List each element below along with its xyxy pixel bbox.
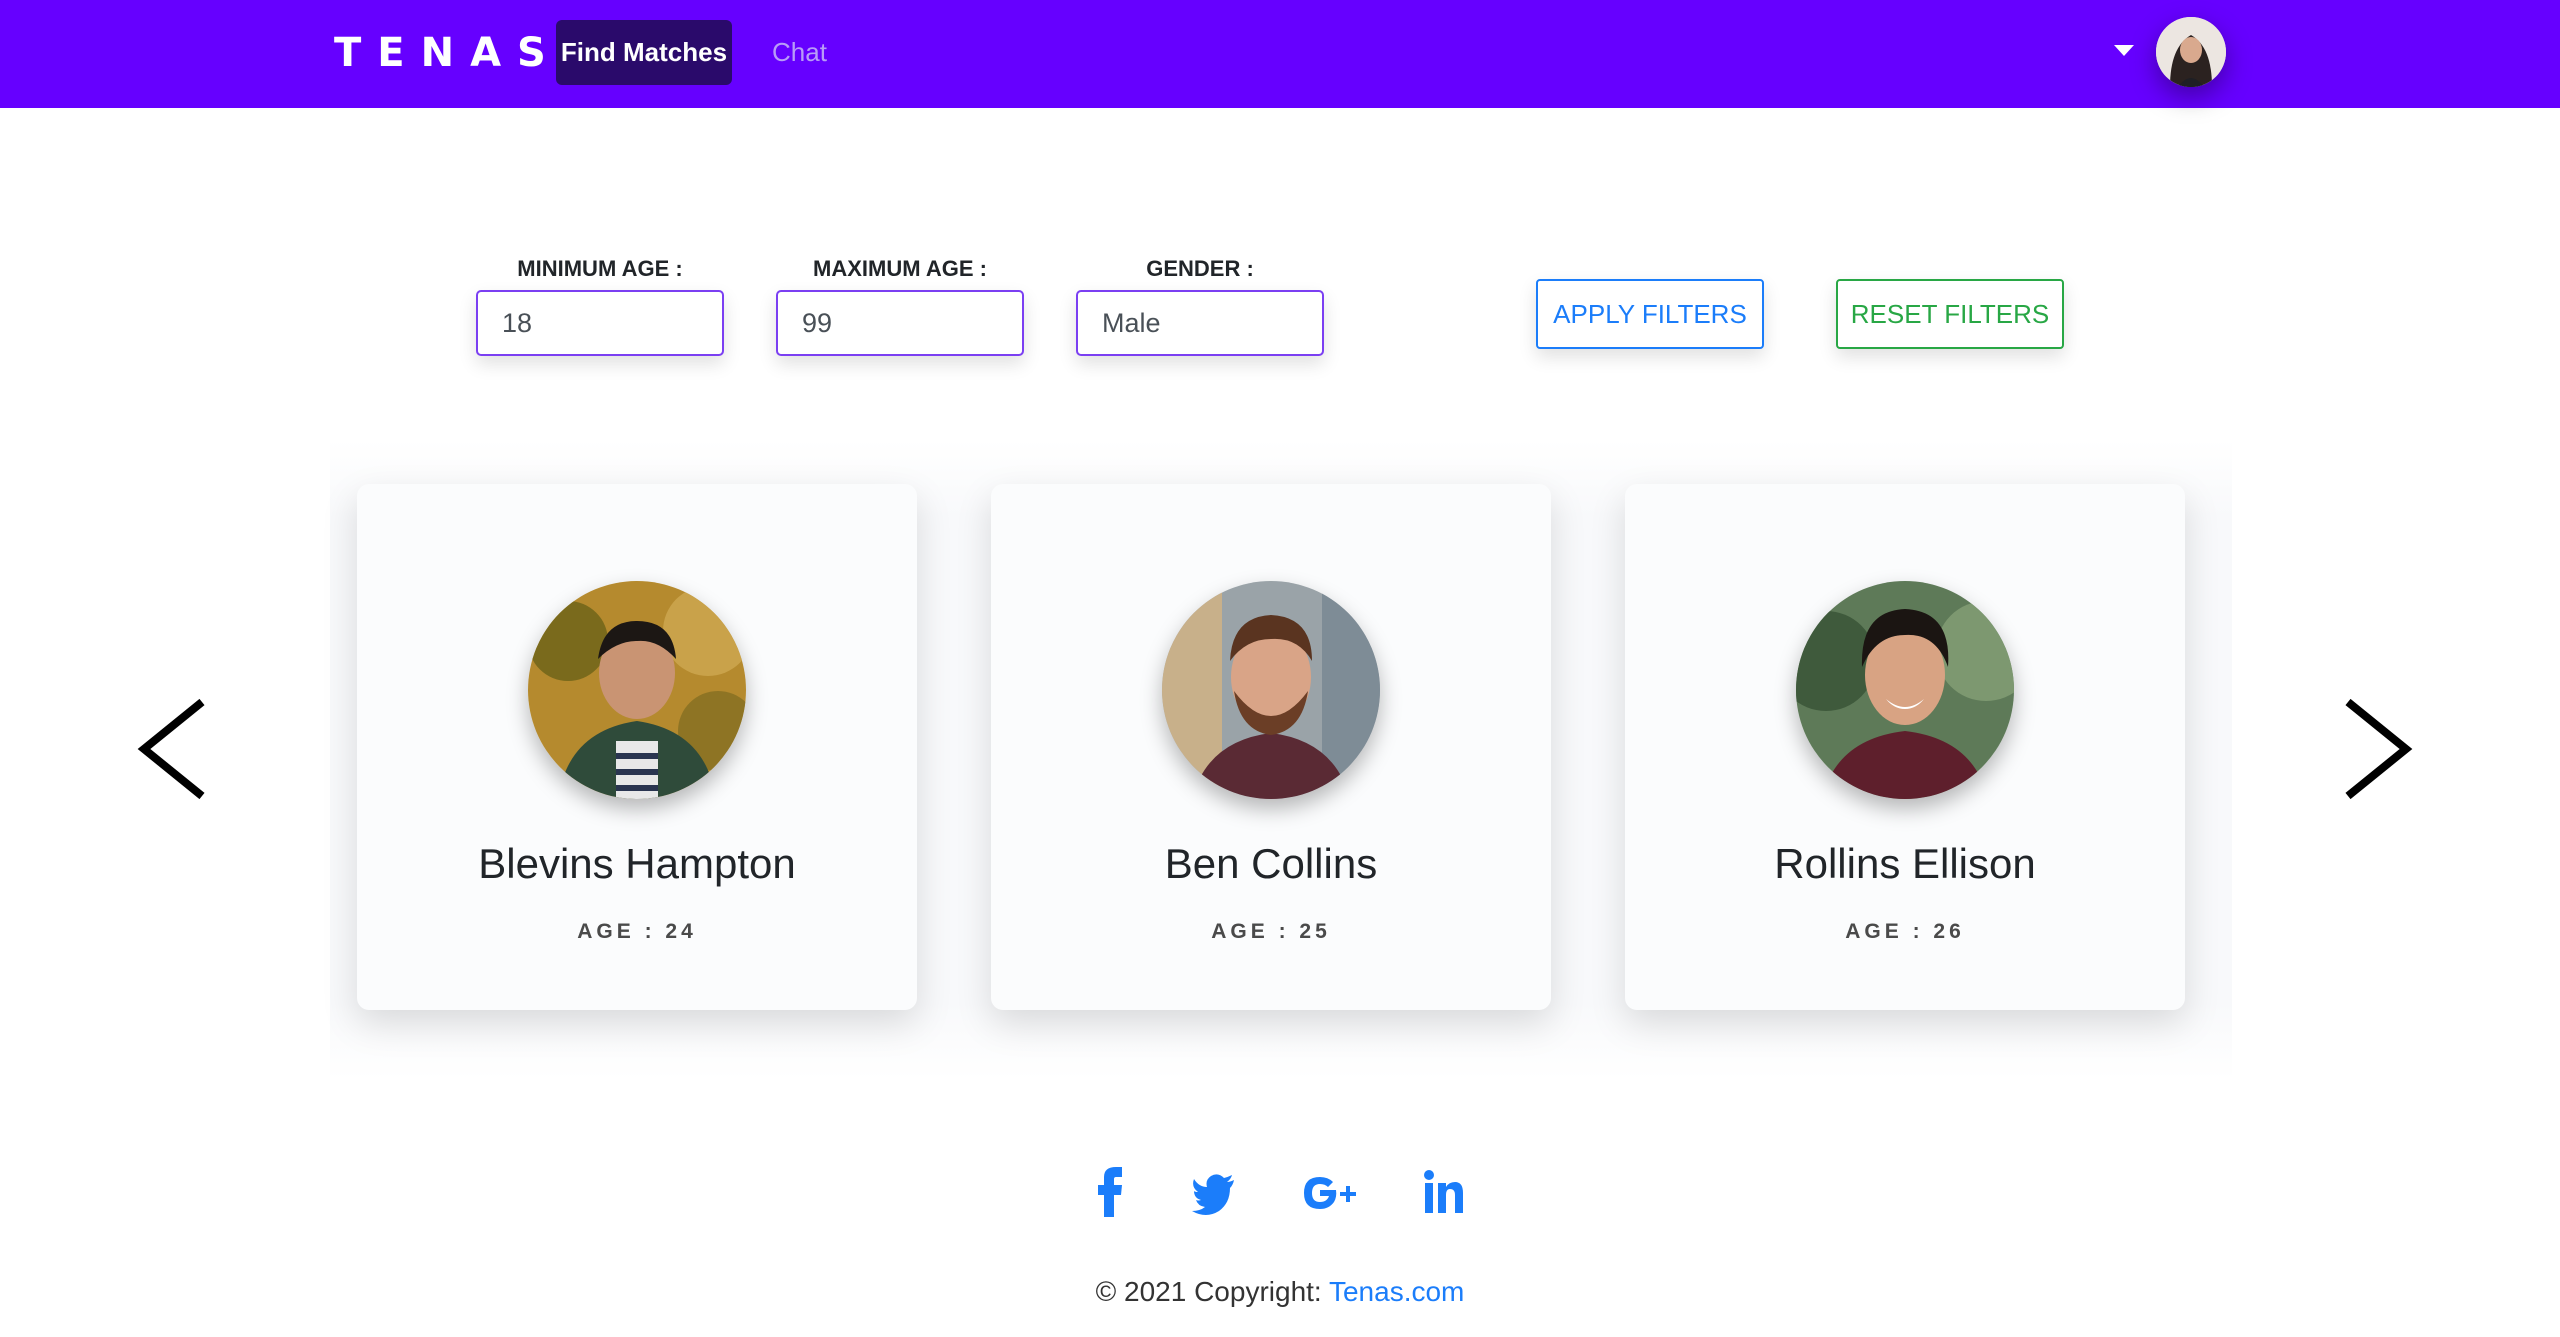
google-plus-icon[interactable] <box>1300 1163 1360 1219</box>
chevron-right-icon[interactable] <box>2336 696 2416 802</box>
max-age-input[interactable]: 99 <box>776 290 1024 356</box>
gender-input[interactable]: Male <box>1076 290 1324 356</box>
match-age: AGE : 25 <box>1211 920 1331 943</box>
top-navbar: TENAS Find Matches Chat <box>0 0 2560 108</box>
linkedin-icon[interactable] <box>1424 1163 1464 1219</box>
caret-down-icon[interactable] <box>2114 45 2134 56</box>
min-age-label: MINIMUM AGE : <box>517 256 683 281</box>
twitter-icon[interactable] <box>1192 1163 1236 1219</box>
copyright-text: © 2021 Copyright: <box>1095 1276 1329 1307</box>
match-name: Blevins Hampton <box>478 840 796 887</box>
match-name: Ben Collins <box>1164 840 1378 887</box>
gender-label: GENDER : <box>1146 256 1254 281</box>
max-age-label: MAXIMUM AGE : <box>813 256 987 281</box>
reset-filters-button[interactable]: RESET FILTERS <box>1836 279 2064 349</box>
min-age-input[interactable]: 18 <box>476 290 724 356</box>
nav-chat[interactable]: Chat <box>772 20 827 85</box>
profile-photo <box>1796 581 2014 799</box>
match-card[interactable]: Rollins Ellison AGE : 26 <box>1625 484 2185 1010</box>
match-age: AGE : 24 <box>577 920 697 943</box>
profile-photo <box>1162 581 1380 799</box>
user-avatar[interactable] <box>2156 17 2226 87</box>
match-card[interactable]: Ben Collins AGE : 25 <box>991 484 1551 1010</box>
profile-photo <box>528 581 746 799</box>
match-card[interactable]: Blevins Hampton AGE : 24 <box>357 484 917 1010</box>
brand-logo[interactable]: TENAS <box>334 30 562 76</box>
footer-copyright: © 2021 Copyright: Tenas.com <box>0 1276 2560 1308</box>
nav-find-matches[interactable]: Find Matches <box>556 20 732 85</box>
match-name: Rollins Ellison <box>1774 840 2036 887</box>
facebook-icon[interactable] <box>1096 1163 1126 1219</box>
footer-link[interactable]: Tenas.com <box>1329 1276 1464 1307</box>
apply-filters-button[interactable]: APPLY FILTERS <box>1536 279 1764 349</box>
chevron-left-icon[interactable] <box>134 696 214 802</box>
match-age: AGE : 26 <box>1845 920 1965 943</box>
